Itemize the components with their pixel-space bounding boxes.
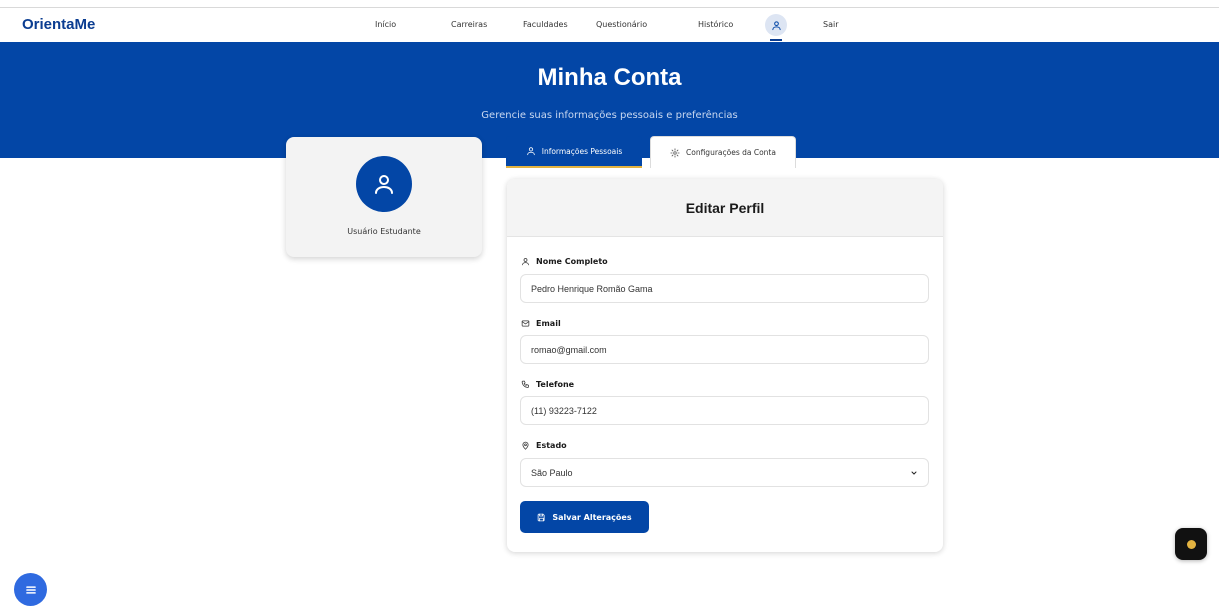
page-subtitle: Gerencie suas informações pessoais e pre… <box>481 110 738 121</box>
phone-icon <box>521 380 529 388</box>
profile-name: Usuário Estudante <box>347 227 421 236</box>
top-divider <box>0 0 1219 8</box>
user-icon <box>526 147 535 156</box>
nav-link-questionario[interactable]: Questionário <box>596 20 647 29</box>
field-label-email: Email <box>521 319 561 328</box>
menu-icon <box>25 585 36 594</box>
profile-card: Usuário Estudante <box>286 137 482 257</box>
user-icon <box>771 20 781 30</box>
state-select-value: São Paulo <box>531 467 573 478</box>
state-select[interactable]: São Paulo <box>520 458 929 487</box>
user-icon <box>522 258 529 266</box>
form-title: Editar Perfil <box>507 179 943 237</box>
theme-icon <box>1186 539 1196 549</box>
field-label-nome: Nome Completo <box>521 257 608 266</box>
tab-label: Informações Pessoais <box>541 146 623 156</box>
nav-link-historico[interactable]: Histórico <box>698 20 733 29</box>
nav-profile-active-indicator <box>770 39 782 41</box>
chevron-down-icon <box>911 471 917 475</box>
gear-icon <box>670 147 680 158</box>
user-icon <box>375 175 393 194</box>
tab-label: Configurações da Conta <box>686 148 776 157</box>
tab-informacoes-pessoais[interactable]: Informações Pessoais <box>506 136 642 168</box>
location-pin-icon <box>522 441 529 450</box>
page-title: Minha Conta <box>537 64 682 91</box>
nav-link-faculdades[interactable]: Faculdades <box>523 20 568 29</box>
theme-toggle-button[interactable] <box>1175 528 1207 560</box>
full-name-input[interactable]: Pedro Henrique Romão Gama <box>520 274 929 303</box>
phone-input[interactable]: (11) 93223-7122 <box>520 396 929 425</box>
menu-button[interactable] <box>14 573 47 606</box>
brand-logo[interactable]: OrientaMe <box>22 16 95 33</box>
save-icon <box>538 513 545 521</box>
mail-icon <box>521 320 530 327</box>
save-button[interactable]: Salvar Alterações <box>520 501 649 533</box>
email-input[interactable]: romao@gmail.com <box>520 335 929 364</box>
nav-link-sair[interactable]: Sair <box>823 20 839 29</box>
field-label-estado: Estado <box>521 441 567 450</box>
field-label-telefone: Telefone <box>521 380 574 389</box>
navbar: OrientaMe Início Carreiras Faculdades Qu… <box>0 9 1219 42</box>
avatar <box>356 156 412 212</box>
nav-profile-button[interactable] <box>765 14 787 36</box>
nav-link-carreiras[interactable]: Carreiras <box>451 20 487 29</box>
nav-link-inicio[interactable]: Início <box>375 20 396 29</box>
tab-configuracoes-conta[interactable]: Configurações da Conta <box>650 136 796 168</box>
edit-profile-card: Editar Perfil Nome Completo Pedro Henriq… <box>507 179 943 552</box>
